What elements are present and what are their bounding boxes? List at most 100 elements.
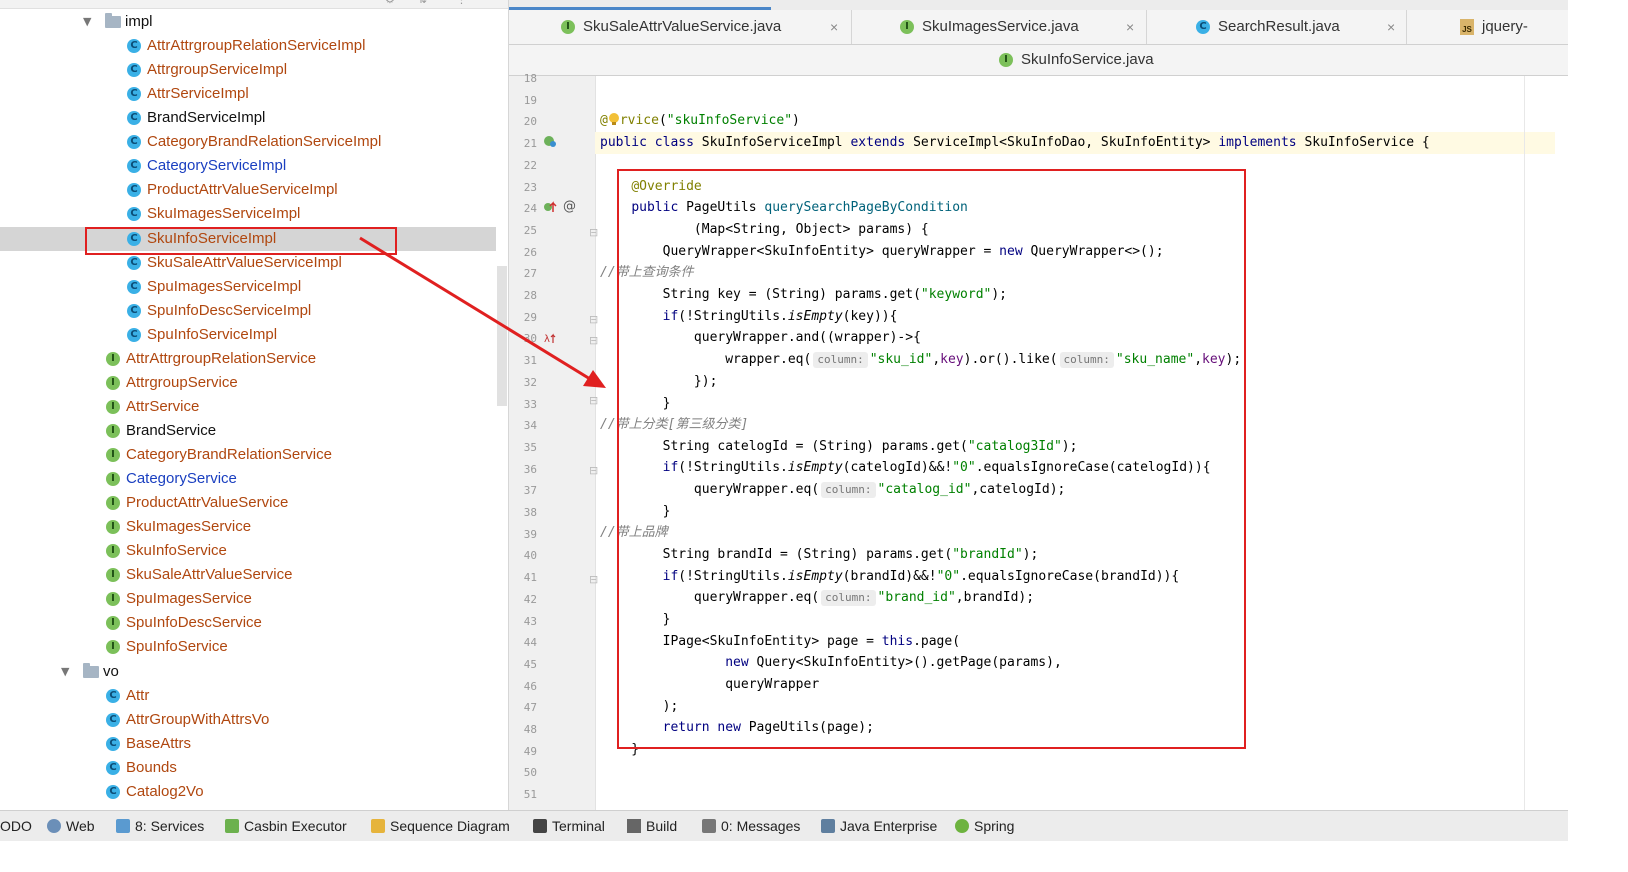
tree-item[interactable]: C Catalog2Vo (0, 780, 496, 804)
line-number: 25 (523, 223, 537, 237)
tree-item-label: CategoryBrandRelationService (126, 446, 332, 463)
toolwindow-spring[interactable]: Spring (955, 811, 1014, 841)
line-number: 49 (523, 744, 537, 758)
close-icon[interactable]: × (830, 10, 838, 44)
line-number: 27 (523, 267, 537, 281)
tree-item[interactable]: I SkuSaleAttrValueService (0, 563, 496, 587)
interface-icon: I (106, 400, 120, 414)
tree-folder-27[interactable]: ▼ vo (0, 660, 496, 684)
svg-text:λ: λ (544, 334, 550, 345)
tree-item[interactable]: C AttrgroupServiceImpl (0, 58, 496, 82)
tree-item[interactable]: I CategoryService (0, 467, 496, 491)
line-number: 32 (523, 375, 537, 389)
tree-item[interactable]: I AttrService (0, 395, 496, 419)
tree-item[interactable]: C SkuSaleAttrValueServiceImpl (0, 251, 496, 275)
toolwindow-services[interactable]: 8: Services (116, 811, 204, 841)
interface-icon: I (106, 472, 120, 486)
at-annotation-icon[interactable]: @ (563, 199, 576, 214)
close-icon[interactable]: × (1126, 10, 1134, 44)
toolwindow-todo[interactable]: ODO (0, 811, 32, 841)
line-number: 44 (523, 636, 537, 650)
tree-item[interactable]: C AttrAttrgroupRelationServiceImpl (0, 34, 496, 58)
tree-item-label: vo (103, 663, 119, 680)
line-number: 40 (523, 549, 537, 563)
tree-item[interactable]: C CategoryBrandRelationServiceImpl (0, 130, 496, 154)
class-icon: C (127, 87, 141, 101)
tree-item[interactable]: C SpuImagesServiceImpl (0, 275, 496, 299)
code-area[interactable]: @ rvice("skuInfoService") public class Sk… (595, 76, 1555, 810)
tree-item-label: SpuInfoServiceImpl (147, 326, 278, 343)
tree-item[interactable]: C SkuImagesServiceImpl (0, 202, 496, 226)
line-number: 34 (523, 419, 537, 433)
tree-item[interactable]: I CategoryBrandRelationService (0, 443, 496, 467)
toolwindow-sequence-diagram[interactable]: Sequence Diagram (371, 811, 510, 841)
tree-item-label: SpuInfoService (126, 638, 228, 655)
toolwindow-messages[interactable]: 0: Messages (702, 811, 800, 841)
more-icon[interactable]: ⋮ (456, 0, 468, 6)
tab-sku-sale-attr-value-service[interactable]: I SkuSaleAttrValueService.java × (509, 10, 852, 44)
class-icon: C (127, 328, 141, 342)
tree-item-label: Bounds (126, 759, 177, 776)
line-number: 51 (523, 788, 537, 802)
tree-item[interactable]: I AttrAttrgroupRelationService (0, 347, 496, 371)
tab-search-result[interactable]: C SearchResult.java × (1147, 10, 1407, 44)
editor-tabs-row: I SkuSaleAttrValueService.java × I SkuIm… (509, 10, 1568, 69)
chevron-down-icon[interactable]: ▼ (61, 660, 73, 684)
line-number: 24 (523, 202, 537, 216)
class-icon: C (127, 39, 141, 53)
override-marker-icon[interactable] (543, 200, 557, 217)
interface-icon: I (106, 544, 120, 558)
casbin-icon (225, 819, 239, 833)
tree-item[interactable]: I SpuImagesService (0, 587, 496, 611)
tree-item[interactable]: I SpuInfoDescService (0, 611, 496, 635)
tree-item[interactable]: C ProductAttrValueServiceImpl (0, 178, 496, 202)
tree-item-label: SpuInfoDescService (126, 614, 262, 631)
sidebar-scrollbar[interactable] (497, 266, 507, 406)
toolwindow-java-enterprise[interactable]: Java Enterprise (821, 811, 937, 841)
tree-item[interactable]: C AttrServiceImpl (0, 82, 496, 106)
tree-item-label: ProductAttrValueService (126, 494, 289, 511)
collapse-icon[interactable]: ⇅ (418, 0, 430, 6)
close-icon[interactable]: × (1387, 10, 1395, 44)
folder-icon (105, 13, 121, 28)
tree-item[interactable]: C Bounds (0, 756, 496, 780)
tree-item[interactable]: C CategoryServiceImpl (0, 154, 496, 178)
tree-item[interactable]: I SpuInfoService (0, 635, 496, 659)
java-enterprise-icon (821, 819, 835, 833)
chevron-down-icon[interactable]: ▼ (83, 10, 95, 34)
tree-item[interactable]: C SpuInfoDescServiceImpl (0, 299, 496, 323)
bulb-icon[interactable] (608, 112, 620, 126)
tree-item[interactable]: C AttrGroupWithAttrsVo (0, 708, 496, 732)
tree-item-label: AttrAttrgroupRelationServiceImpl (147, 37, 366, 54)
tree-item[interactable]: C BaseAttrs (0, 732, 496, 756)
line-number: 22 (523, 158, 537, 172)
class-icon: C (106, 761, 120, 775)
settings-icon[interactable]: ⚙ (385, 0, 397, 6)
implements-marker-icon[interactable] (543, 134, 557, 151)
interface-icon: I (106, 448, 120, 462)
tree-item[interactable]: I BrandService (0, 419, 496, 443)
line-number: 33 (523, 397, 537, 411)
line-number: 28 (523, 289, 537, 302)
toolwindow-terminal[interactable]: Terminal (533, 811, 605, 841)
tree-item[interactable]: C SkuInfoServiceImpl (0, 227, 496, 251)
tab-jquery[interactable]: JS jquery-1.12.4 (1407, 10, 1568, 69)
line-number: 19 (523, 93, 537, 107)
tree-item[interactable]: I AttrgroupService (0, 371, 496, 395)
toolwindow-build[interactable]: Build (627, 811, 677, 841)
tree-folder-0[interactable]: ▼ impl (0, 10, 496, 34)
editor-gutter: 18 19 20 21 22 23 24 25 26 27 28 29 30 31 32 33 34 35 36 37… (509, 72, 598, 810)
toolwindow-web[interactable]: Web (47, 811, 95, 841)
tree-item[interactable]: I ProductAttrValueService (0, 491, 496, 515)
tab-active-partial[interactable] (509, 0, 771, 10)
interface-icon: I (106, 640, 120, 654)
tab-sku-images-service[interactable]: I SkuImagesService.java × (852, 10, 1147, 44)
tree-item[interactable]: C SpuInfoServiceImpl (0, 323, 496, 347)
lambda-marker-icon[interactable]: λ (543, 331, 557, 348)
tree-item-label: SkuInfoServiceImpl (147, 230, 277, 247)
tree-item[interactable]: I SkuInfoService (0, 539, 496, 563)
tree-item[interactable]: C BrandServiceImpl (0, 106, 496, 130)
tree-item[interactable]: C Attr (0, 684, 496, 708)
toolwindow-casbin-executor[interactable]: Casbin Executor (225, 811, 347, 841)
tree-item[interactable]: I SkuImagesService (0, 515, 496, 539)
